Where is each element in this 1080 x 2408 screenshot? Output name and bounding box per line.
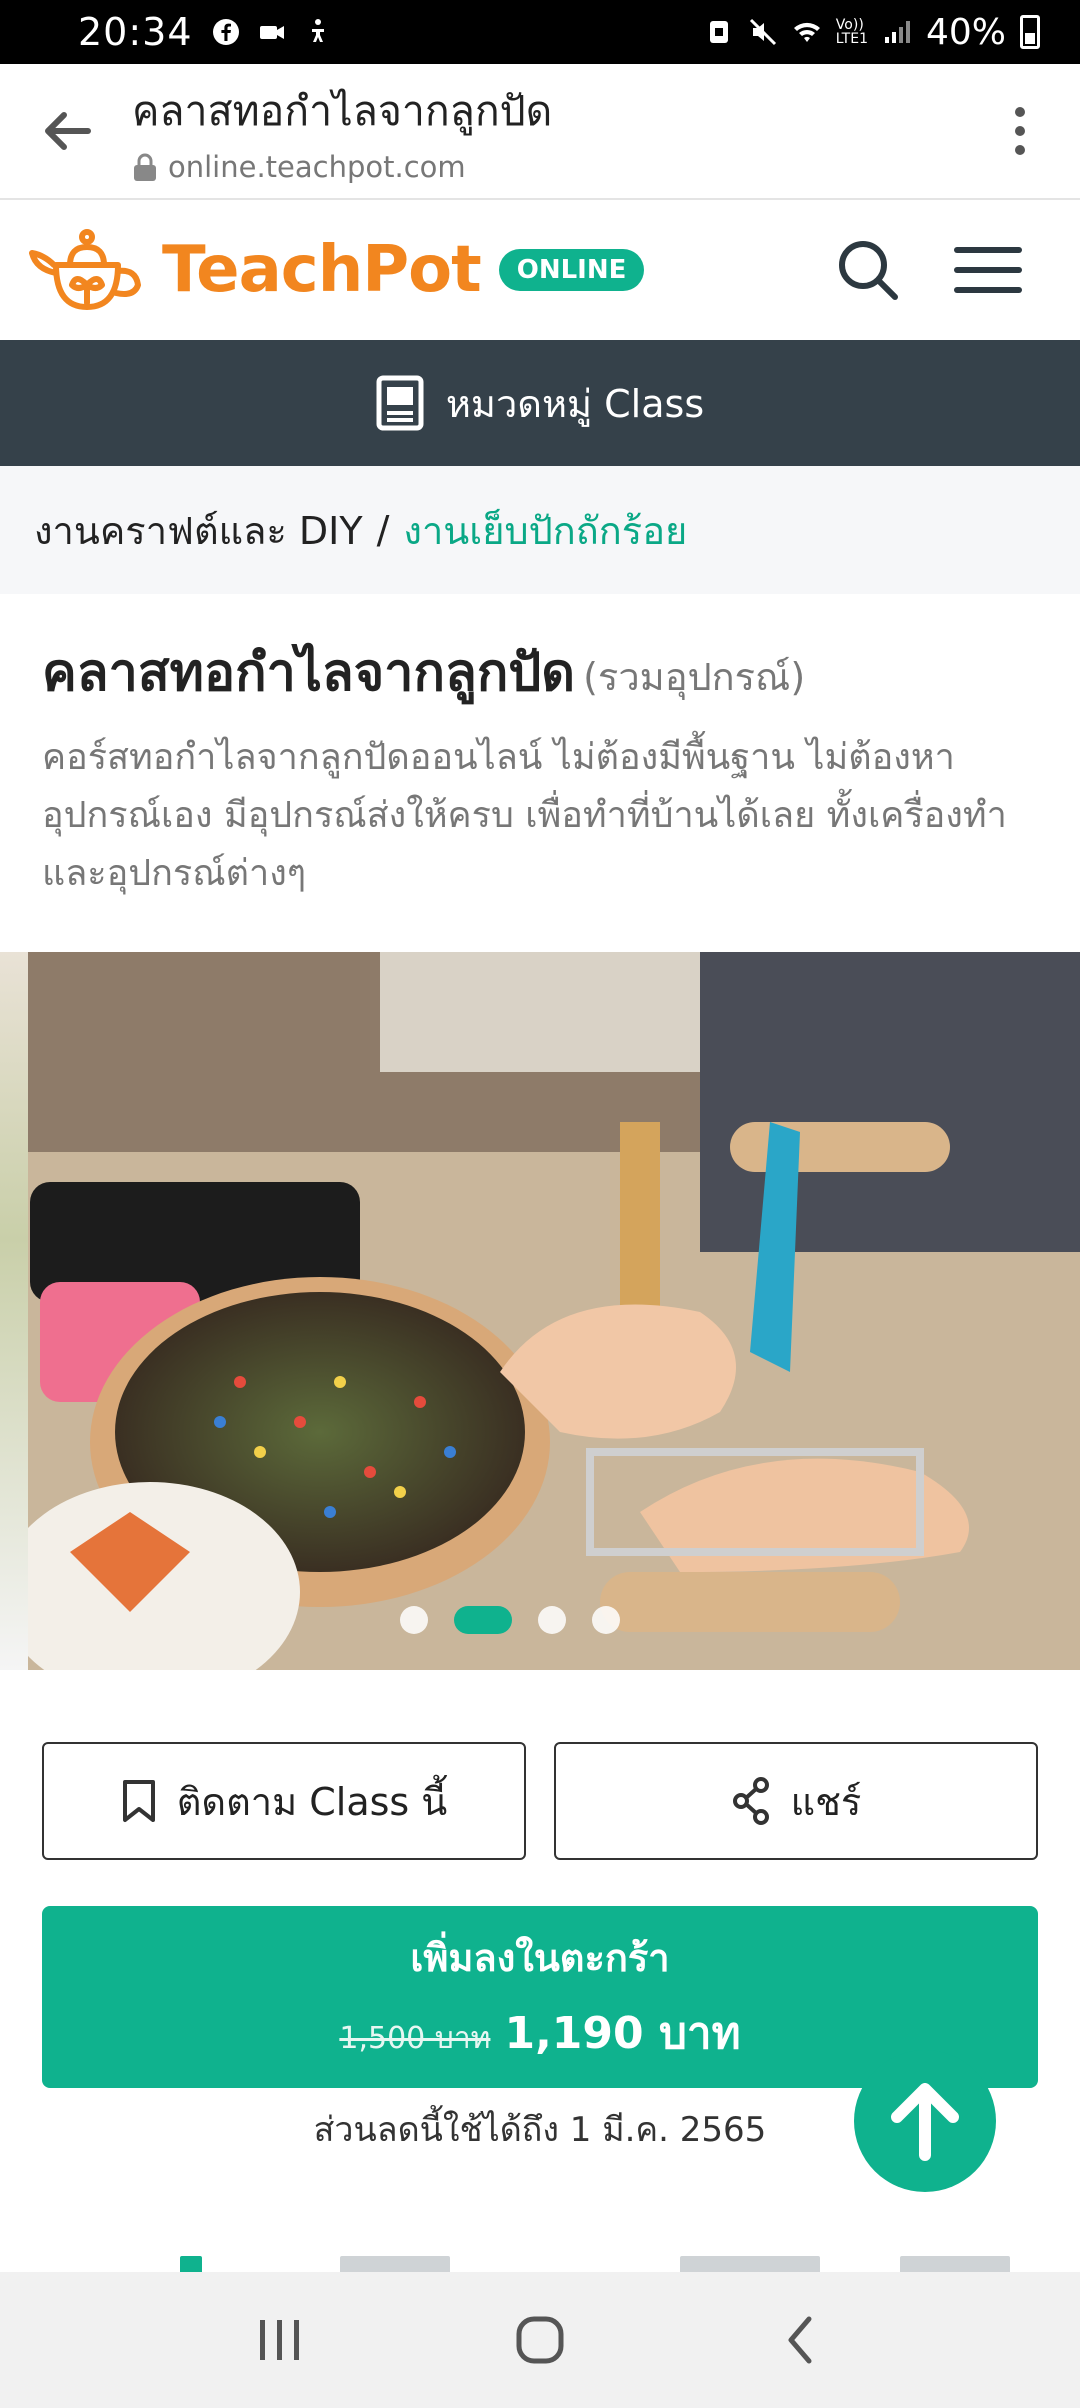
online-badge: ONLINE <box>498 249 645 291</box>
menu-dot-icon <box>1015 126 1025 136</box>
breadcrumb: งานคราฟต์และ DIY / งานเย็บปักถักร้อย <box>0 466 1080 594</box>
follow-label: ติดตาม Class นี้ <box>176 1779 448 1824</box>
recent-apps-icon <box>260 2320 299 2360</box>
carousel-dot[interactable] <box>538 1606 566 1634</box>
original-price: 1,500 บาท <box>339 2020 491 2056</box>
home-icon <box>516 2316 564 2364</box>
menu-dot-icon <box>1015 145 1025 155</box>
breadcrumb-item-embroidery[interactable]: งานเย็บปักถักร้อย <box>403 500 687 561</box>
price-line: 1,500 บาท 1,190 บาท <box>339 1998 740 2068</box>
carousel-dot-active[interactable] <box>454 1606 512 1634</box>
course-title-text: คลาสทอกำไลจากลูกปัด <box>42 643 576 703</box>
course-photo <box>0 952 1080 1670</box>
accessibility-icon <box>311 19 324 42</box>
hamburger-menu-icon[interactable] <box>954 247 1022 293</box>
system-icons: Vo)) LTE1 40% <box>704 12 1040 53</box>
course-header: คลาสทอกำไลจากลูกปัด (รวมอุปกรณ์) คอร์สทอก… <box>42 630 1042 903</box>
facebook-icon <box>212 19 239 45</box>
carousel-dot[interactable] <box>592 1606 620 1634</box>
course-description: คอร์สทอกำไลจากลูกปัดออนไลน์ ไม่ต้องมีพื้… <box>42 737 1007 894</box>
notification-icons <box>211 17 333 47</box>
breadcrumb-separator: / <box>376 508 390 552</box>
video-icon <box>259 26 284 39</box>
search-icon[interactable] <box>836 238 900 302</box>
battery-percent: 40% <box>925 11 1006 53</box>
status-bar: 20:34 Vo)) LTE1 40% <box>0 0 1080 64</box>
course-image-carousel[interactable] <box>0 952 1080 1670</box>
arrow-left-icon <box>45 112 91 150</box>
mute-icon <box>749 18 776 46</box>
logo-text: TeachPot <box>162 233 482 307</box>
carousel-indicators <box>0 1606 1050 1634</box>
signal-icon <box>884 21 910 43</box>
menu-dot-icon <box>1015 107 1025 117</box>
site-header: TeachPot ONLINE <box>0 200 1080 340</box>
breadcrumb-item-crafts[interactable]: งานคราฟต์และ DIY <box>34 500 363 561</box>
wifi-icon <box>793 22 820 42</box>
home-button[interactable] <box>495 2295 585 2385</box>
page-title-tab: คลาสทอกำไลจากลูกปัด <box>132 86 553 135</box>
carousel-dot[interactable] <box>400 1606 428 1634</box>
book-icon <box>376 375 424 431</box>
share-icon <box>732 1777 769 1825</box>
system-back-button[interactable] <box>755 2295 845 2385</box>
follow-class-button[interactable]: ติดตาม Class นี้ <box>42 1742 526 1860</box>
share-label: แชร์ <box>790 1779 862 1824</box>
category-menu-button[interactable]: หมวดหมู่ Class <box>0 340 1080 466</box>
previous-slide-peek <box>0 952 28 1670</box>
system-navigation-bar <box>0 2272 1080 2408</box>
browser-menu-button[interactable] <box>1000 96 1040 166</box>
chevron-left-icon <box>788 2316 812 2364</box>
status-time: 20:34 <box>78 10 193 54</box>
recent-apps-button[interactable] <box>235 2295 325 2385</box>
course-subtitle: (รวมอุปกรณ์) <box>583 655 806 699</box>
url-text: online.teachpot.com <box>168 149 466 184</box>
battery-icon <box>1020 15 1040 49</box>
share-button[interactable]: แชร์ <box>554 1742 1038 1860</box>
nfc-icon <box>709 21 728 43</box>
sale-price: 1,190 บาท <box>504 2007 741 2059</box>
browser-toolbar: คลาสทอกำไลจากลูกปัด online.teachpot.com <box>0 64 1080 200</box>
add-to-cart-label: เพิ่มลงในตะกร้า <box>410 1935 670 1980</box>
back-button[interactable] <box>32 96 102 166</box>
scroll-to-top-button[interactable] <box>854 2050 996 2192</box>
url-display: online.teachpot.com <box>132 150 552 184</box>
bookmark-icon <box>122 1780 155 1822</box>
header-actions <box>836 238 1022 302</box>
course-actions: ติดตาม Class นี้ แชร์ <box>42 1742 1038 1860</box>
category-label: หมวดหมู่ Class <box>445 381 705 426</box>
site-logo[interactable]: TeachPot ONLINE <box>26 225 645 315</box>
course-title: คลาสทอกำไลจากลูกปัด (รวมอุปกรณ์) <box>42 630 1042 713</box>
teapot-logo-icon <box>29 229 141 310</box>
lock-icon <box>134 153 156 181</box>
address-area[interactable]: คลาสทอกำไลจากลูกปัด online.teachpot.com <box>132 79 552 184</box>
arrow-up-icon <box>891 2083 959 2161</box>
network-label: Vo)) LTE1 <box>835 17 868 47</box>
